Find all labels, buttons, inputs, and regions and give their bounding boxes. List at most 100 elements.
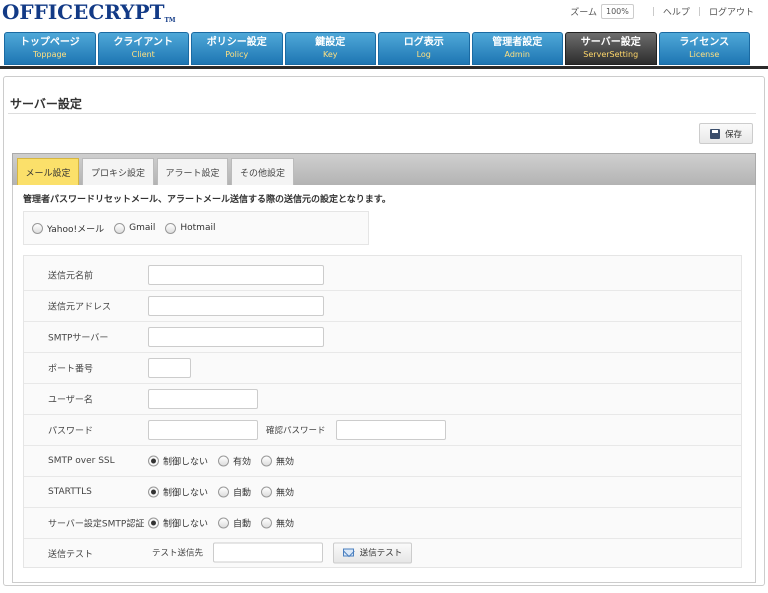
officecrypt-logo: OFFICECRYPTTM	[2, 0, 176, 24]
radio-label: 有効	[233, 457, 252, 468]
radio-label: 自動	[233, 519, 252, 530]
nav-item-log[interactable]: ログ表示 Log	[378, 32, 470, 65]
nav-sublabel: Toppage	[33, 50, 67, 59]
tab-other[interactable]: その他設定	[231, 158, 294, 186]
radio-label: 制御しない	[163, 488, 209, 499]
send-test-label: 送信テスト	[48, 550, 94, 560]
form-row-send-test: 送信テスト テスト送信先 送信テスト	[24, 539, 741, 566]
form-row-sender-address: 送信元アドレス	[24, 291, 741, 322]
nav-underline	[0, 66, 768, 69]
sender-name-label: 送信元名前	[48, 271, 94, 282]
nav-label: ポリシー設定	[206, 37, 267, 48]
radio-hotmail[interactable]	[165, 222, 177, 234]
form-row-smtp-server: SMTPサーバー	[24, 322, 741, 353]
provider-selector: Yahoo!メール Gmail Hotmail	[23, 211, 369, 245]
radio-label: 無効	[276, 519, 295, 530]
radio-label: 制御しない	[163, 457, 209, 468]
smtp-server-input[interactable]	[148, 327, 324, 347]
tab-bar: メール設定 プロキシ設定 アラート設定 その他設定	[12, 153, 756, 186]
nav-sublabel: Policy	[225, 50, 249, 59]
confirm-password-input[interactable]	[335, 420, 446, 440]
zoom-select[interactable]: 100%	[601, 4, 634, 19]
nav-item-client[interactable]: クライアント Client	[97, 32, 189, 65]
radio-auth-disabled[interactable]	[261, 517, 273, 529]
form-row-password: パスワード 確認パスワード	[24, 415, 741, 446]
mail-form: 送信元名前 送信元アドレス SMTPサーバー ポート番号 ユーザー名 パスワード	[23, 255, 742, 568]
radio-tls-disabled[interactable]	[261, 486, 273, 498]
nav-sublabel: Key	[322, 50, 338, 59]
mail-description: 管理者パスワードリセットメール、アラートメール送信する際の送信元の設定となります…	[23, 195, 391, 205]
nav-sublabel: Client	[131, 50, 155, 59]
title-divider	[8, 113, 756, 114]
nav-sublabel: Admin	[504, 50, 531, 59]
radio-label: 無効	[276, 488, 295, 499]
nav-label: 鍵設定	[315, 37, 346, 48]
nav-label: トップページ	[19, 37, 80, 48]
server-settings-panel: サーバー設定 保存 メール設定 プロキシ設定 アラート設定 その他設定 管理者パ…	[3, 76, 765, 586]
divider: |	[697, 6, 701, 17]
radio-label: 無効	[276, 457, 295, 468]
radio-gmail[interactable]	[114, 222, 126, 234]
form-row-username: ユーザー名	[24, 384, 741, 415]
test-destination-label: テスト送信先	[152, 548, 204, 559]
nav-sublabel: Log	[416, 50, 431, 59]
sender-address-label: 送信元アドレス	[48, 302, 112, 313]
radio-auth-nocontrol[interactable]	[148, 517, 159, 529]
radio-ssl-enabled[interactable]	[218, 455, 230, 467]
password-input[interactable]	[148, 420, 258, 440]
form-row-port: ポート番号	[24, 353, 741, 384]
send-test-button-label: 送信テスト	[359, 548, 403, 559]
top-bar: OFFICECRYPTTM ズーム 100% | ヘルプ | ログアウト	[0, 0, 768, 30]
nav-sublabel: ServerSetting	[583, 50, 639, 59]
radio-ssl-nocontrol[interactable]	[148, 455, 159, 467]
radio-label: 自動	[233, 488, 252, 499]
form-row-smtp-ssl: SMTP over SSL 制御しない 有効 無効	[24, 446, 741, 477]
password-label: パスワード	[48, 426, 94, 437]
nav-item-policy[interactable]: ポリシー設定 Policy	[191, 32, 283, 65]
send-test-button[interactable]: 送信テスト	[333, 542, 413, 563]
floppy-icon	[709, 128, 720, 139]
tab-alert[interactable]: アラート設定	[157, 158, 228, 186]
sender-name-input[interactable]	[148, 265, 324, 285]
smtp-server-label: SMTPサーバー	[48, 333, 109, 344]
radio-auth-auto[interactable]	[218, 517, 230, 529]
nav-item-serversetting[interactable]: サーバー設定 ServerSetting	[565, 32, 657, 65]
test-destination-input[interactable]	[213, 542, 324, 563]
port-input[interactable]	[148, 358, 191, 378]
nav-label: ライセンス	[679, 37, 730, 48]
divider: |	[651, 6, 655, 17]
tab-proxy[interactable]: プロキシ設定	[82, 158, 154, 186]
radio-label: Hotmail	[180, 223, 216, 233]
radio-yahoo[interactable]	[32, 222, 43, 234]
nav-item-admin[interactable]: 管理者設定 Admin	[471, 32, 563, 65]
radio-label: 制御しない	[163, 519, 209, 530]
sender-address-input[interactable]	[148, 296, 324, 316]
username-input[interactable]	[148, 389, 258, 409]
save-label: 保存	[724, 129, 742, 140]
nav-sublabel: License	[689, 50, 720, 59]
radio-ssl-disabled[interactable]	[261, 455, 273, 467]
envelope-icon	[342, 548, 354, 557]
radio-tls-auto[interactable]	[218, 486, 230, 498]
tab-mail[interactable]: メール設定	[17, 158, 79, 186]
main-nav: トップページ Toppage クライアント Client ポリシー設定 Policy …	[4, 32, 750, 65]
page-title: サーバー設定	[10, 97, 82, 111]
form-row-starttls: STARTTLS 制御しない 自動 無効	[24, 477, 741, 508]
form-row-smtp-auth: サーバー設定SMTP認証 制御しない 自動 無効	[24, 508, 741, 539]
nav-label: 管理者設定	[492, 37, 543, 48]
radio-tls-nocontrol[interactable]	[148, 486, 159, 498]
form-row-sender-name: 送信元名前	[24, 260, 741, 291]
nav-item-license[interactable]: ライセンス License	[658, 32, 750, 65]
username-label: ユーザー名	[48, 395, 93, 406]
nav-item-key[interactable]: 鍵設定 Key	[284, 32, 376, 65]
save-button[interactable]: 保存	[699, 123, 753, 144]
logout-link[interactable]: ログアウト	[709, 5, 754, 18]
confirm-password-label: 確認パスワード	[266, 426, 326, 436]
port-label: ポート番号	[48, 364, 94, 375]
smtp-auth-label: サーバー設定SMTP認証	[48, 519, 145, 530]
starttls-label: STARTTLS	[48, 487, 92, 497]
help-link[interactable]: ヘルプ	[663, 5, 690, 18]
logo-tm: TM	[164, 17, 176, 24]
nav-label: サーバー設定	[580, 37, 641, 48]
nav-item-toppage[interactable]: トップページ Toppage	[4, 32, 96, 65]
